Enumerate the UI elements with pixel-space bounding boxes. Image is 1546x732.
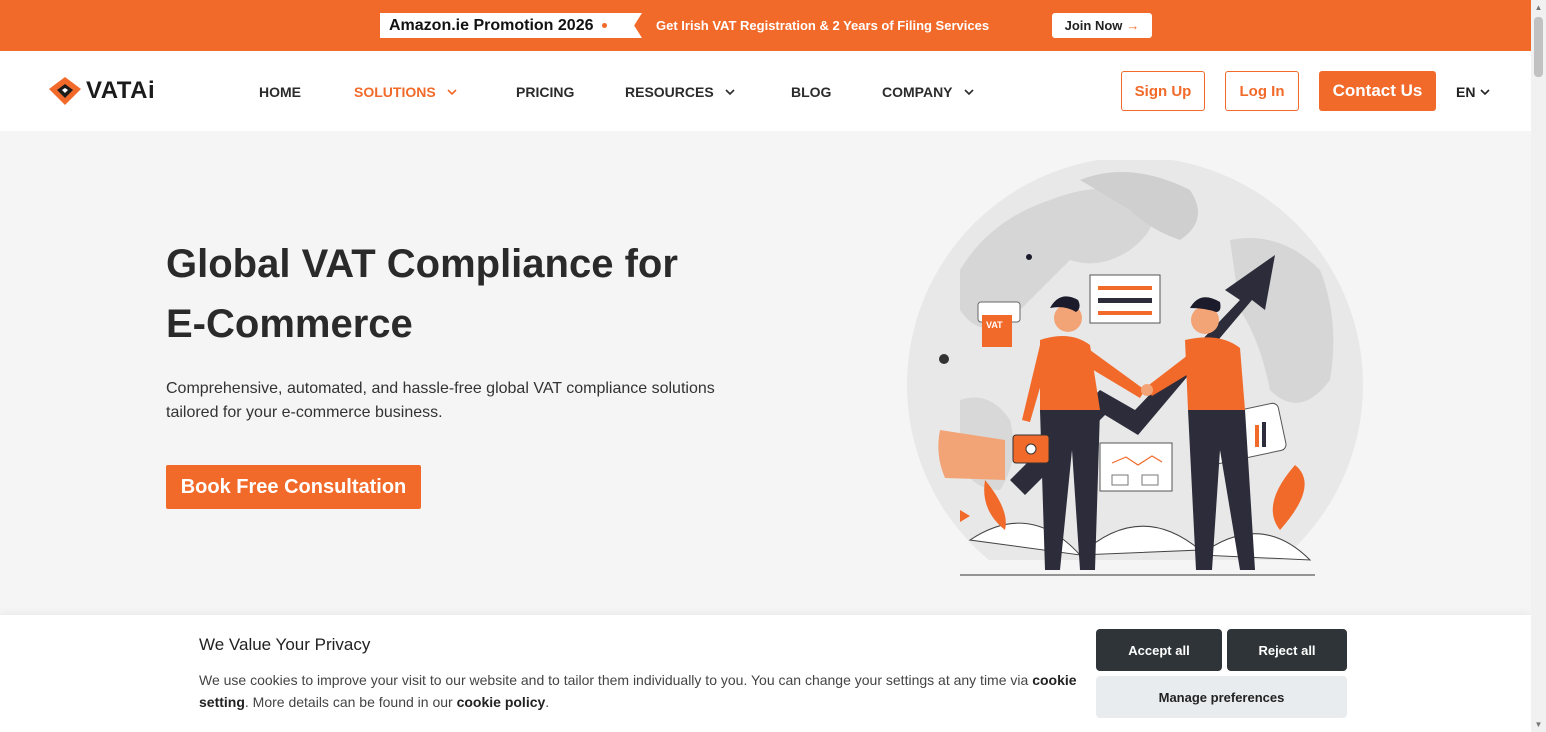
chevron-down-icon: [963, 89, 974, 96]
hero-subtitle-line2: tailored for your e-commerce business.: [166, 404, 443, 421]
arrow-right-icon: →: [1126, 18, 1140, 33]
manage-preferences-button[interactable]: Manage preferences: [1096, 676, 1347, 718]
scroll-up-icon[interactable]: ▲: [1534, 3, 1543, 12]
scroll-thumb[interactable]: [1534, 17, 1543, 77]
cookie-policy-link[interactable]: cookie policy: [457, 694, 546, 710]
promo-dot-icon: [601, 23, 607, 28]
cookie-text-part2: . More details can be found in our: [244, 694, 457, 710]
cookie-title: We Value Your Privacy: [199, 635, 371, 654]
contact-us-button[interactable]: Contact Us: [1319, 71, 1436, 111]
promo-text: Get Irish VAT Registration & 2 Years of …: [656, 18, 990, 33]
promo-tag-label: Amazon.ie Promotion 2026: [389, 16, 594, 34]
hero-title-line1: Global VAT Compliance for: [166, 242, 678, 286]
cookie-banner: We Value Your Privacy We use cookies to …: [0, 615, 1531, 732]
nav-pricing-label: PRICING: [516, 84, 575, 100]
scroll-down-icon[interactable]: ▼: [1534, 720, 1543, 729]
log-in-button[interactable]: Log In: [1225, 71, 1299, 111]
promo-banner: Amazon.ie Promotion 2026 Get Irish VAT R…: [0, 0, 1531, 51]
chevron-down-icon: [447, 89, 457, 96]
logo-mark-icon: [49, 77, 81, 105]
nav-solutions-label: SOLUTIONS: [354, 84, 436, 100]
sign-up-button[interactable]: Sign Up: [1121, 71, 1205, 111]
reject-all-button[interactable]: Reject all: [1227, 629, 1347, 671]
nav-blog[interactable]: BLOG: [791, 84, 831, 100]
cookie-text-part3: .: [545, 694, 550, 710]
promo-tag[interactable]: Amazon.ie Promotion 2026: [380, 13, 642, 38]
hero-illustration: VAT: [900, 160, 1370, 585]
nav-resources-label: RESOURCES: [625, 84, 714, 100]
site-header: VATAi HOME SOLUTIONS PRICING RESOURCES B…: [0, 51, 1531, 131]
language-selector[interactable]: EN: [1456, 84, 1491, 100]
join-now-label: Join Now: [1064, 18, 1123, 33]
logo[interactable]: VATAi: [48, 76, 155, 106]
nav-solutions[interactable]: SOLUTIONS: [354, 84, 458, 100]
scrollbar[interactable]: ▲ ▼: [1531, 0, 1546, 732]
hero-title: Global VAT Compliance for E-Commerce: [166, 234, 726, 354]
join-now-button[interactable]: Join Now →: [1052, 13, 1152, 38]
hero-subtitle-line1: Comprehensive, automated, and hassle-fre…: [166, 380, 715, 397]
nav-company[interactable]: COMPANY: [882, 84, 975, 100]
accept-all-button[interactable]: Accept all: [1096, 629, 1222, 671]
book-consultation-button[interactable]: Book Free Consultation: [166, 465, 421, 509]
language-label: EN: [1456, 84, 1476, 100]
nav-blog-label: BLOG: [791, 84, 832, 100]
vat-label: VAT: [986, 320, 1003, 330]
nav-home-label: HOME: [259, 84, 301, 100]
cookie-text-part1: We use cookies to improve your visit to …: [199, 672, 1033, 688]
hero-title-line2: E-Commerce: [166, 302, 413, 346]
cookie-text: We use cookies to improve your visit to …: [199, 669, 1079, 713]
panel-shape: [1099, 442, 1173, 492]
nav-pricing[interactable]: PRICING: [516, 84, 574, 100]
nav-home[interactable]: HOME: [259, 84, 301, 100]
nav-company-label: COMPANY: [882, 84, 953, 100]
person-torso-shape: [1185, 337, 1245, 410]
logo-text: VATAi: [86, 77, 156, 104]
hero-subtitle: Comprehensive, automated, and hassle-fre…: [166, 377, 746, 425]
nav-resources[interactable]: RESOURCES: [625, 84, 736, 100]
chevron-down-icon: [1480, 89, 1491, 96]
handshake-shape: [1141, 384, 1153, 396]
chevron-down-icon: [725, 89, 735, 96]
